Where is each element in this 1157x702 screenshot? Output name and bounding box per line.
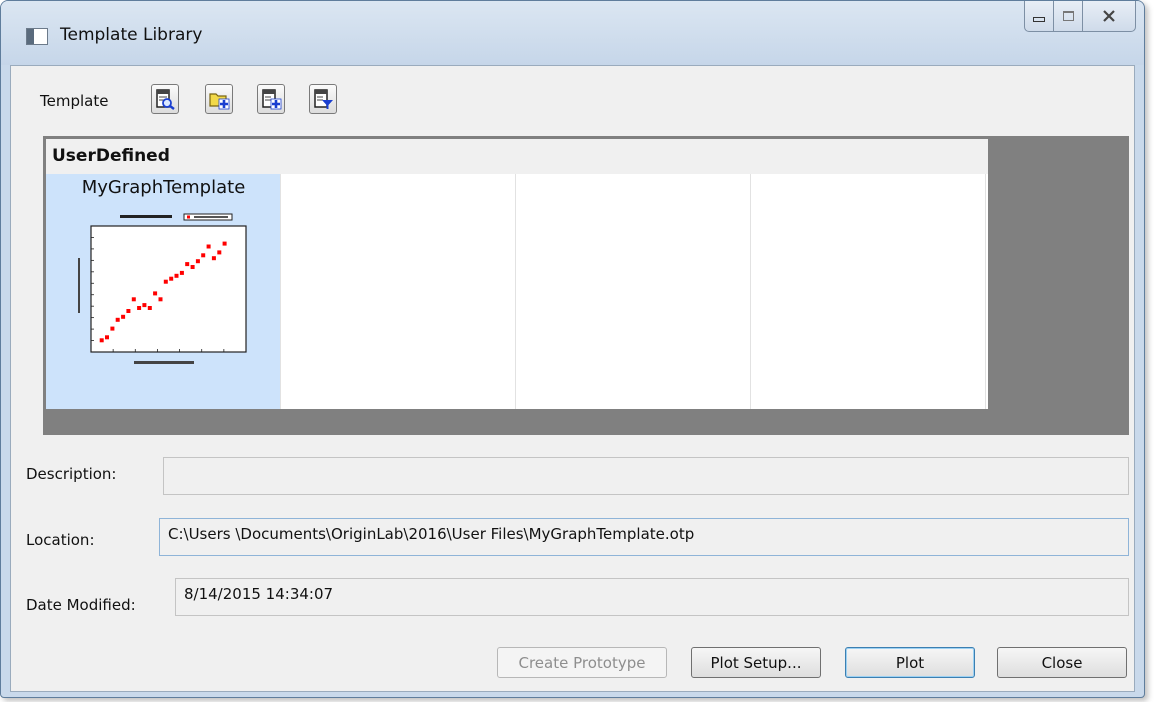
- scatter-point: [169, 276, 174, 281]
- scatter-point: [201, 253, 206, 258]
- view-template-button[interactable]: [151, 84, 179, 114]
- group-name: UserDefined: [52, 146, 170, 166]
- location-label: Location:: [26, 531, 95, 549]
- title-bar[interactable]: Template Library: [1, 1, 1144, 65]
- empty-template-slot[interactable]: [751, 174, 986, 409]
- date-modified-label: Date Modified:: [26, 596, 136, 614]
- add-folder-icon: [209, 93, 230, 110]
- add-folder-button[interactable]: [205, 84, 233, 114]
- scatter-point: [179, 270, 184, 275]
- dialog-client: Template UserDefined MyGraphTemplate Des…: [10, 65, 1135, 692]
- scatter-point: [190, 265, 195, 269]
- template-gallery[interactable]: UserDefined MyGraphTemplate: [43, 136, 1129, 435]
- scatter-point: [99, 338, 104, 343]
- add-template-icon: [262, 89, 282, 110]
- scatter-point: [137, 306, 142, 310]
- template-item[interactable]: MyGraphTemplate: [46, 174, 281, 409]
- scatter-point: [163, 279, 168, 284]
- scatter-point: [142, 303, 147, 308]
- template-grid: MyGraphTemplate: [46, 174, 988, 409]
- maximize-button[interactable]: [1054, 1, 1083, 32]
- window-title: Template Library: [60, 25, 203, 45]
- scatter-point: [211, 256, 216, 261]
- create-prototype-button[interactable]: Create Prototype: [497, 647, 667, 678]
- close-window-button[interactable]: [1083, 1, 1136, 32]
- scatter-point: [185, 262, 190, 267]
- add-template-button[interactable]: [257, 84, 285, 114]
- scatter-point: [195, 259, 200, 264]
- empty-template-slot[interactable]: [516, 174, 751, 409]
- scatter-point: [153, 291, 158, 296]
- thumbnail-xlabel-mark: [134, 361, 194, 364]
- template-thumbnail: [74, 208, 276, 368]
- filter-template-button[interactable]: [309, 84, 337, 114]
- scatter-point: [105, 335, 109, 340]
- empty-template-slot[interactable]: [281, 174, 516, 409]
- template-label: Template: [40, 92, 109, 110]
- scatter-point: [174, 273, 179, 278]
- group-header: UserDefined: [46, 139, 988, 174]
- scatter-point: [126, 309, 131, 313]
- minimize-icon: [1033, 16, 1045, 22]
- scatter-point: [110, 326, 115, 331]
- close-icon: [1103, 10, 1115, 22]
- scatter-point: [206, 244, 211, 249]
- scatter-point: [131, 297, 136, 302]
- date-modified-field[interactable]: 8/14/2015 14:34:07: [175, 578, 1129, 616]
- template-library-window: Template Library Template UserDefined My…: [0, 0, 1145, 698]
- scatter-point: [147, 306, 152, 310]
- template-item-name: MyGraphTemplate: [81, 177, 246, 198]
- close-button[interactable]: Close: [997, 647, 1127, 678]
- scatter-point: [115, 317, 120, 322]
- thumbnail-legend-marker: [187, 215, 190, 219]
- location-field[interactable]: C:\Users \Documents\OriginLab\2016\User …: [159, 518, 1129, 556]
- scatter-point: [158, 297, 163, 302]
- plot-button[interactable]: Plot: [845, 647, 975, 678]
- description-label: Description:: [26, 465, 117, 483]
- filter-template-icon: [314, 89, 333, 109]
- thumbnail-legend-text-mark: [194, 216, 228, 218]
- scatter-point: [222, 241, 227, 246]
- template-view-icon: [156, 89, 175, 110]
- plot-setup-button[interactable]: Plot Setup...: [691, 647, 821, 678]
- window-controls: [1024, 1, 1136, 32]
- thumbnail-ylabel-mark: [78, 258, 80, 313]
- description-field[interactable]: [163, 457, 1129, 495]
- maximize-icon: [1062, 11, 1074, 21]
- scatter-point: [121, 314, 126, 319]
- app-icon: [26, 28, 48, 45]
- scatter-point: [217, 250, 222, 255]
- thumbnail-title-mark: [120, 215, 172, 218]
- minimize-button[interactable]: [1024, 1, 1054, 32]
